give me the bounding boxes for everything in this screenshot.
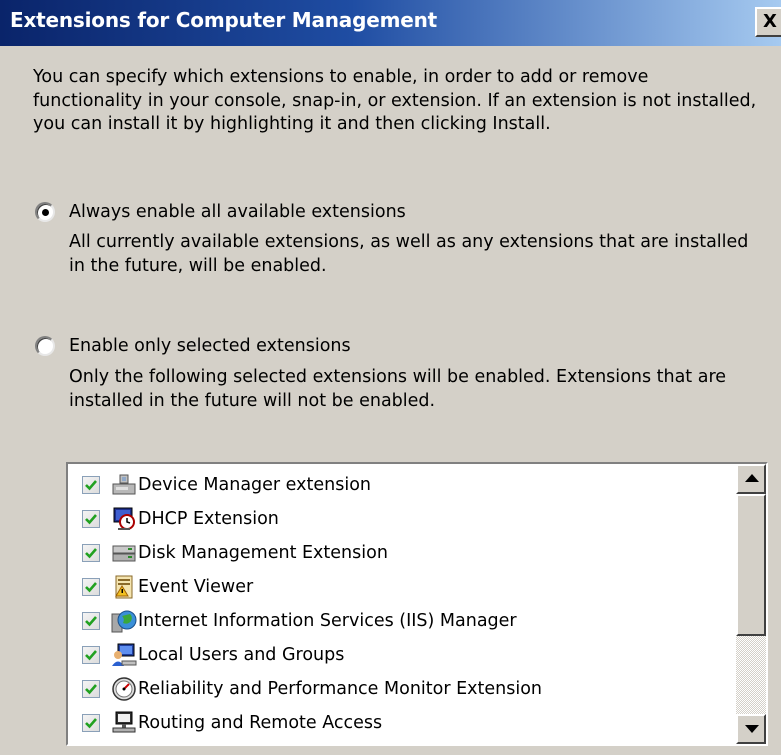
vertical-scrollbar[interactable] bbox=[736, 464, 766, 744]
radio-selected-icon[interactable] bbox=[35, 202, 55, 222]
intro-text: You can specify which extensions to enab… bbox=[33, 67, 757, 134]
extension-label: Routing and Remote Access bbox=[138, 713, 383, 733]
extensions-dialog: Extensions for Computer Management X You… bbox=[0, 0, 781, 755]
iis-manager-icon bbox=[110, 608, 138, 634]
checkbox[interactable] bbox=[82, 578, 100, 596]
enable-selected-description: Only the following selected extensions w… bbox=[69, 367, 727, 411]
checkbox[interactable] bbox=[82, 646, 100, 664]
device-manager-icon bbox=[110, 472, 138, 498]
event-viewer-icon bbox=[110, 574, 138, 600]
window-title: Extensions for Computer Management bbox=[10, 8, 437, 32]
disk-management-icon bbox=[110, 540, 138, 566]
extensions-list[interactable]: Device Manager extension DHCP Extension bbox=[66, 462, 768, 746]
extension-label: Local Users and Groups bbox=[138, 645, 345, 665]
extension-label: Event Viewer bbox=[138, 577, 254, 597]
enable-selected-label[interactable]: Enable only selected extensions bbox=[69, 333, 351, 359]
close-button[interactable]: X bbox=[755, 7, 781, 37]
arrow-down-icon bbox=[745, 725, 759, 733]
always-enable-description: All currently available extensions, as w… bbox=[69, 232, 749, 276]
extension-label: Reliability and Performance Monitor Exte… bbox=[138, 679, 543, 699]
checkbox[interactable] bbox=[82, 714, 100, 732]
routing-icon bbox=[110, 710, 138, 736]
checkbox[interactable] bbox=[82, 680, 100, 698]
extension-label: Device Manager extension bbox=[138, 475, 371, 495]
checkbox[interactable] bbox=[82, 544, 100, 562]
extension-label: Disk Management Extension bbox=[138, 543, 388, 563]
extensions-list-items: Device Manager extension DHCP Extension bbox=[68, 464, 736, 744]
always-enable-label[interactable]: Always enable all available extensions bbox=[69, 199, 406, 225]
performance-monitor-icon bbox=[110, 676, 138, 702]
checkbox[interactable] bbox=[82, 510, 100, 528]
scroll-up-button[interactable] bbox=[736, 464, 766, 494]
arrow-up-icon bbox=[745, 474, 759, 482]
scroll-down-button[interactable] bbox=[736, 714, 766, 744]
checkbox[interactable] bbox=[82, 612, 100, 630]
extension-label: Internet Information Services (IIS) Mana… bbox=[138, 611, 517, 631]
local-users-icon bbox=[110, 642, 138, 668]
radio-unselected-icon[interactable] bbox=[35, 336, 55, 356]
scroll-thumb[interactable] bbox=[736, 494, 766, 636]
title-bar[interactable]: Extensions for Computer Management X bbox=[0, 0, 781, 46]
checkbox[interactable] bbox=[82, 476, 100, 494]
extension-label: DHCP Extension bbox=[138, 509, 279, 529]
dhcp-icon bbox=[110, 506, 138, 532]
